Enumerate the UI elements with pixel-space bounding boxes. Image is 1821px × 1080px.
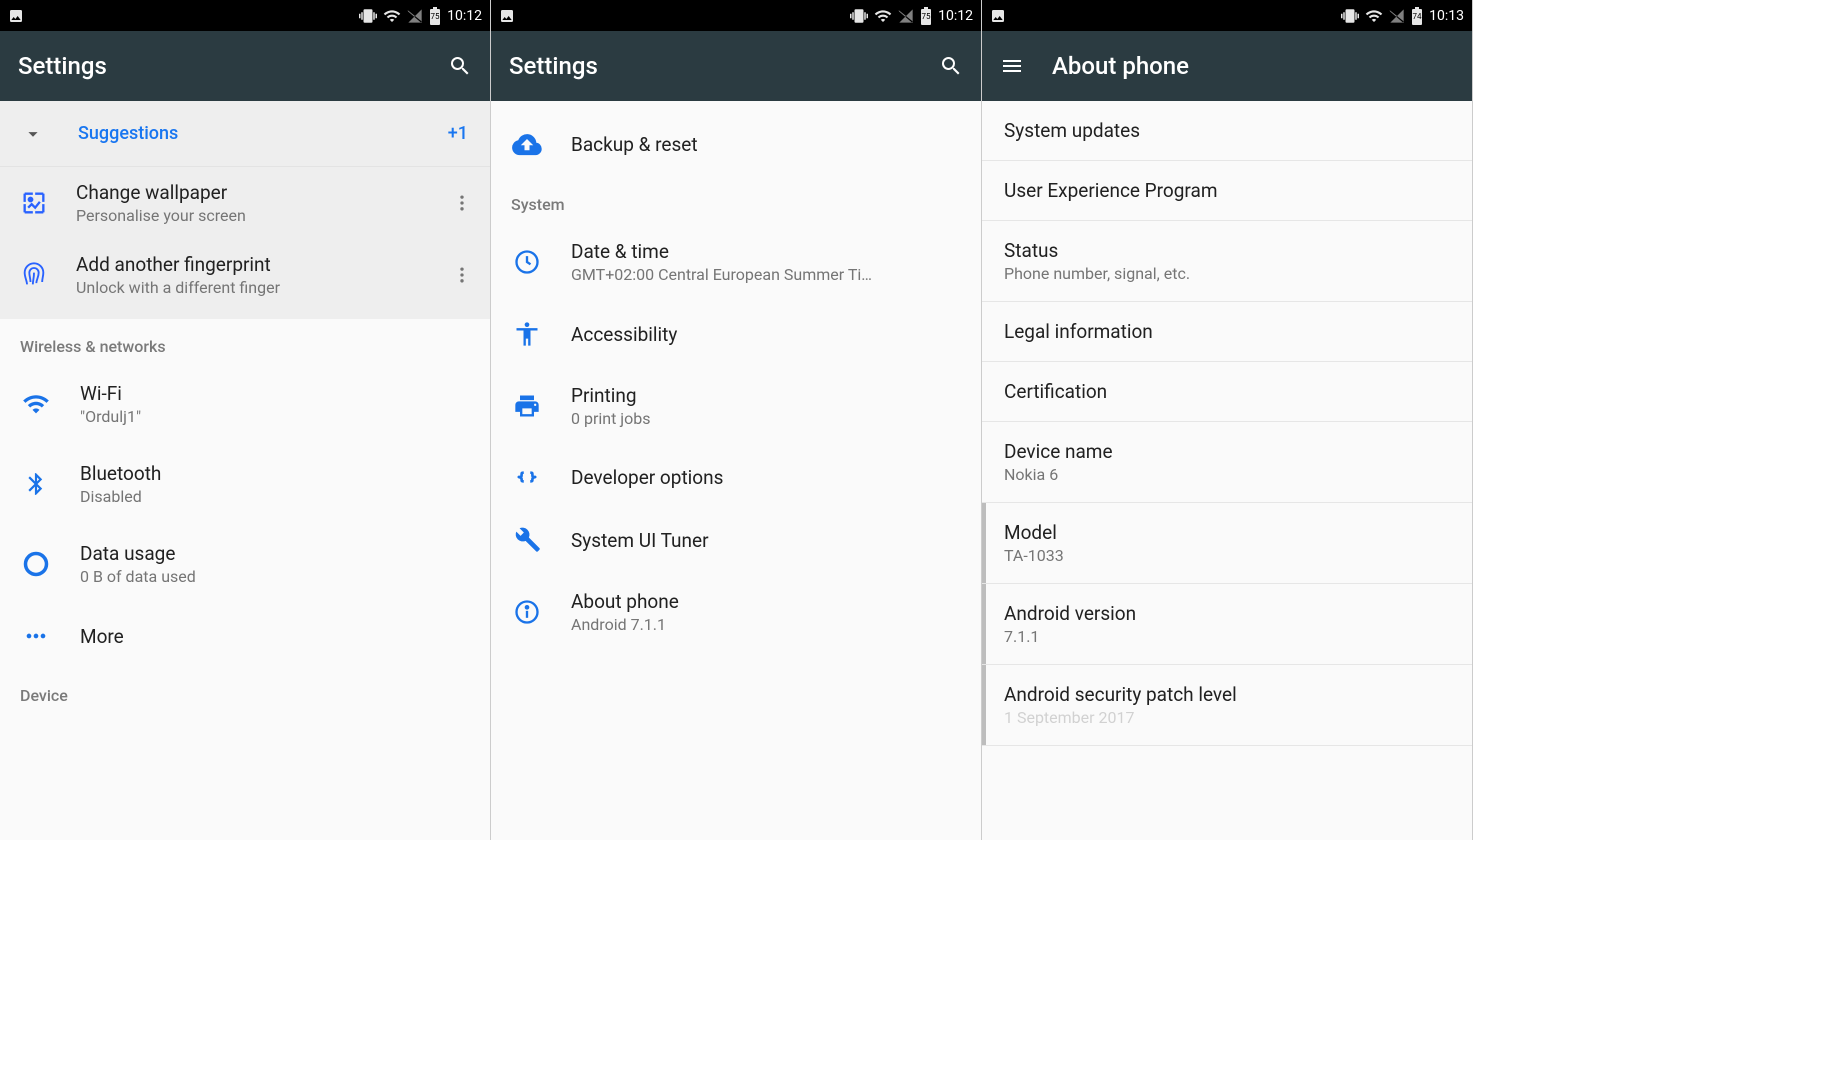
- more-vert-icon[interactable]: [452, 265, 472, 285]
- vibrate-icon: [359, 7, 377, 25]
- content-area: System updates User Experience Program S…: [982, 101, 1472, 840]
- image-icon: [8, 8, 24, 24]
- item-android-version[interactable]: Android version7.1.1: [982, 584, 1472, 665]
- app-bar: About phone: [982, 31, 1472, 101]
- suggestion-add-fingerprint[interactable]: Add another fingerprint Unlock with a di…: [0, 239, 490, 319]
- search-icon[interactable]: [939, 54, 963, 78]
- status-time: 10:12: [447, 8, 482, 24]
- item-uep[interactable]: User Experience Program: [982, 161, 1472, 221]
- svg-text:75: 75: [922, 12, 931, 21]
- suggestions-header[interactable]: Suggestions +1: [0, 101, 490, 167]
- wrench-icon: [509, 526, 545, 554]
- no-sim-icon: [1389, 8, 1405, 24]
- no-sim-icon: [407, 8, 423, 24]
- info-icon: [509, 598, 545, 626]
- vibrate-icon: [1341, 7, 1359, 25]
- clock-icon: [509, 248, 545, 276]
- screen-settings-1: 75 10:12 Settings Suggestions +1 Change …: [0, 0, 491, 840]
- fingerprint-icon: [18, 261, 50, 289]
- status-bar: 74 10:13: [982, 0, 1472, 31]
- item-printing[interactable]: Printing0 print jobs: [491, 366, 981, 446]
- item-legal[interactable]: Legal information: [982, 302, 1472, 362]
- content-area: Backup & reset System Date & timeGMT+02:…: [491, 101, 981, 840]
- screen-settings-2: 75 10:12 Settings Backup & reset System …: [491, 0, 982, 840]
- wifi-icon: [1365, 7, 1383, 25]
- app-bar: Settings: [491, 31, 981, 101]
- image-icon: [499, 8, 515, 24]
- suggestion-change-wallpaper[interactable]: Change wallpaper Personalise your screen: [0, 167, 490, 239]
- bluetooth-icon: [18, 471, 54, 497]
- section-device: Device: [0, 668, 490, 713]
- section-system: System: [491, 177, 981, 222]
- item-accessibility[interactable]: Accessibility: [491, 302, 981, 366]
- svg-text:75: 75: [431, 12, 440, 21]
- item-backup-reset[interactable]: Backup & reset: [491, 101, 981, 177]
- page-title: About phone: [1052, 52, 1454, 80]
- svg-text:74: 74: [1413, 12, 1422, 21]
- status-time: 10:13: [1429, 8, 1464, 24]
- status-bar: 75 10:12: [0, 0, 490, 31]
- more-horiz-icon: [18, 622, 54, 650]
- wallpaper-icon: [18, 189, 50, 217]
- item-security-patch[interactable]: Android security patch level1 September …: [982, 665, 1472, 746]
- item-system-updates[interactable]: System updates: [982, 101, 1472, 161]
- cloud-upload-icon: [509, 129, 545, 159]
- section-wireless: Wireless & networks: [0, 319, 490, 364]
- screen-about-phone: 74 10:13 About phone System updates User…: [982, 0, 1473, 840]
- vibrate-icon: [850, 7, 868, 25]
- item-more[interactable]: More: [0, 604, 490, 668]
- battery-icon: 74: [1411, 7, 1423, 25]
- data-usage-icon: [18, 550, 54, 578]
- status-bar: 75 10:12: [491, 0, 981, 31]
- wifi-icon: [874, 7, 892, 25]
- status-time: 10:12: [938, 8, 973, 24]
- item-system-ui-tuner[interactable]: System UI Tuner: [491, 508, 981, 572]
- suggestion-text: Add another fingerprint Unlock with a di…: [76, 253, 426, 297]
- suggestions-label: Suggestions: [78, 123, 448, 144]
- suggestion-text: Change wallpaper Personalise your screen: [76, 181, 426, 225]
- battery-icon: 75: [920, 7, 932, 25]
- no-sim-icon: [898, 8, 914, 24]
- item-status[interactable]: StatusPhone number, signal, etc.: [982, 221, 1472, 302]
- image-icon: [990, 8, 1006, 24]
- item-date-time[interactable]: Date & timeGMT+02:00 Central European Su…: [491, 222, 981, 302]
- code-icon: [509, 464, 545, 490]
- item-wifi[interactable]: Wi-Fi"Ordulj1": [0, 364, 490, 444]
- item-data-usage[interactable]: Data usage0 B of data used: [0, 524, 490, 604]
- print-icon: [509, 392, 545, 420]
- item-certification[interactable]: Certification: [982, 362, 1472, 422]
- item-about-phone[interactable]: About phoneAndroid 7.1.1: [491, 572, 981, 652]
- wifi-icon: [18, 390, 54, 418]
- battery-icon: 75: [429, 7, 441, 25]
- page-title: Settings: [509, 52, 911, 80]
- item-bluetooth[interactable]: BluetoothDisabled: [0, 444, 490, 524]
- item-device-name[interactable]: Device nameNokia 6: [982, 422, 1472, 503]
- content-area: Suggestions +1 Change wallpaper Personal…: [0, 101, 490, 840]
- hamburger-icon[interactable]: [1000, 54, 1024, 78]
- wifi-icon: [383, 7, 401, 25]
- item-developer-options[interactable]: Developer options: [491, 446, 981, 508]
- page-title: Settings: [18, 52, 420, 80]
- search-icon[interactable]: [448, 54, 472, 78]
- more-vert-icon[interactable]: [452, 193, 472, 213]
- app-bar: Settings: [0, 31, 490, 101]
- item-model[interactable]: ModelTA-1033: [982, 503, 1472, 584]
- accessibility-icon: [509, 320, 545, 348]
- suggestions-badge: +1: [448, 123, 468, 144]
- chevron-down-icon: [22, 123, 44, 145]
